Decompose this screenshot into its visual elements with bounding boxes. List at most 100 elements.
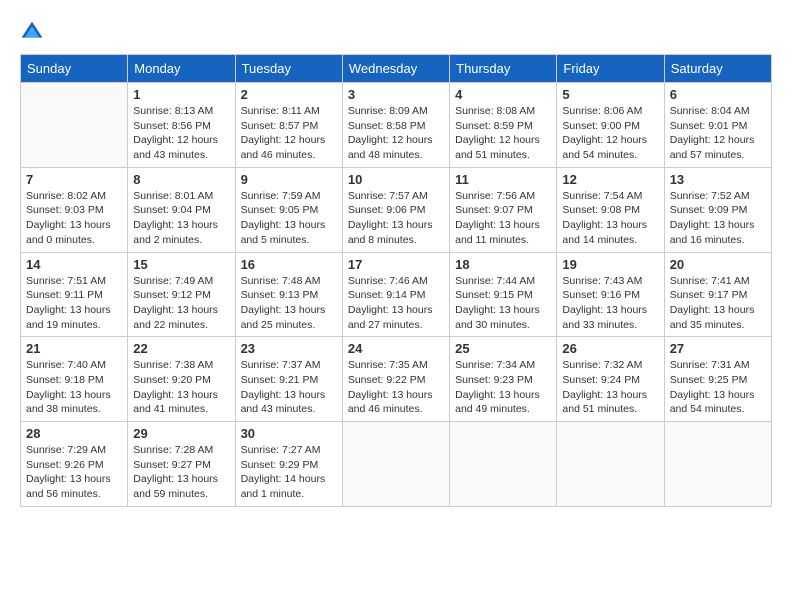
day-number: 10 bbox=[348, 172, 444, 187]
day-number: 16 bbox=[241, 257, 337, 272]
day-number: 4 bbox=[455, 87, 551, 102]
day-number: 27 bbox=[670, 341, 766, 356]
day-number: 1 bbox=[133, 87, 229, 102]
day-info: Sunrise: 7:48 AM Sunset: 9:13 PM Dayligh… bbox=[241, 274, 337, 333]
day-cell: 29 Sunrise: 7:28 AM Sunset: 9:27 PM Dayli… bbox=[128, 422, 235, 507]
day-cell: 19 Sunrise: 7:43 AM Sunset: 9:16 PM Dayli… bbox=[557, 252, 664, 337]
day-cell: 24 Sunrise: 7:35 AM Sunset: 9:22 PM Dayli… bbox=[342, 337, 449, 422]
day-info: Sunrise: 7:59 AM Sunset: 9:05 PM Dayligh… bbox=[241, 189, 337, 248]
day-number: 5 bbox=[562, 87, 658, 102]
day-cell: 30 Sunrise: 7:27 AM Sunset: 9:29 PM Dayli… bbox=[235, 422, 342, 507]
week-row-4: 21 Sunrise: 7:40 AM Sunset: 9:18 PM Dayli… bbox=[21, 337, 772, 422]
day-info: Sunrise: 8:13 AM Sunset: 8:56 PM Dayligh… bbox=[133, 104, 229, 163]
weekday-header-thursday: Thursday bbox=[450, 55, 557, 83]
day-info: Sunrise: 7:49 AM Sunset: 9:12 PM Dayligh… bbox=[133, 274, 229, 333]
day-cell: 28 Sunrise: 7:29 AM Sunset: 9:26 PM Dayli… bbox=[21, 422, 128, 507]
day-cell: 18 Sunrise: 7:44 AM Sunset: 9:15 PM Dayli… bbox=[450, 252, 557, 337]
day-info: Sunrise: 7:41 AM Sunset: 9:17 PM Dayligh… bbox=[670, 274, 766, 333]
weekday-header-monday: Monday bbox=[128, 55, 235, 83]
day-cell: 14 Sunrise: 7:51 AM Sunset: 9:11 PM Dayli… bbox=[21, 252, 128, 337]
day-cell: 5 Sunrise: 8:06 AM Sunset: 9:00 PM Daylig… bbox=[557, 83, 664, 168]
day-cell: 22 Sunrise: 7:38 AM Sunset: 9:20 PM Dayli… bbox=[128, 337, 235, 422]
day-cell: 26Sunrise: 7:32 AM Sunset: 9:24 PM Dayli… bbox=[557, 337, 664, 422]
day-info: Sunrise: 7:38 AM Sunset: 9:20 PM Dayligh… bbox=[133, 358, 229, 417]
day-number: 9 bbox=[241, 172, 337, 187]
day-info: Sunrise: 7:37 AM Sunset: 9:21 PM Dayligh… bbox=[241, 358, 337, 417]
day-number: 13 bbox=[670, 172, 766, 187]
day-info: Sunrise: 8:09 AM Sunset: 8:58 PM Dayligh… bbox=[348, 104, 444, 163]
day-info: Sunrise: 8:06 AM Sunset: 9:00 PM Dayligh… bbox=[562, 104, 658, 163]
day-info: Sunrise: 7:57 AM Sunset: 9:06 PM Dayligh… bbox=[348, 189, 444, 248]
day-info: Sunrise: 8:04 AM Sunset: 9:01 PM Dayligh… bbox=[670, 104, 766, 163]
day-cell: 20 Sunrise: 7:41 AM Sunset: 9:17 PM Dayli… bbox=[664, 252, 771, 337]
weekday-header-sunday: Sunday bbox=[21, 55, 128, 83]
day-number: 18 bbox=[455, 257, 551, 272]
day-cell: 17Sunrise: 7:46 AM Sunset: 9:14 PM Dayli… bbox=[342, 252, 449, 337]
day-number: 15 bbox=[133, 257, 229, 272]
day-info: Sunrise: 7:27 AM Sunset: 9:29 PM Dayligh… bbox=[241, 443, 337, 502]
day-info: Sunrise: 7:52 AM Sunset: 9:09 PM Dayligh… bbox=[670, 189, 766, 248]
day-info: Sunrise: 7:31 AM Sunset: 9:25 PM Dayligh… bbox=[670, 358, 766, 417]
day-info: Sunrise: 7:46 AM Sunset: 9:14 PM Dayligh… bbox=[348, 274, 444, 333]
day-cell: 23Sunrise: 7:37 AM Sunset: 9:21 PM Dayli… bbox=[235, 337, 342, 422]
day-number: 21 bbox=[26, 341, 122, 356]
logo-icon bbox=[20, 20, 44, 44]
day-cell: 8 Sunrise: 8:01 AM Sunset: 9:04 PM Daylig… bbox=[128, 167, 235, 252]
day-cell: 1 Sunrise: 8:13 AM Sunset: 8:56 PM Daylig… bbox=[128, 83, 235, 168]
day-info: Sunrise: 7:56 AM Sunset: 9:07 PM Dayligh… bbox=[455, 189, 551, 248]
day-cell: 6 Sunrise: 8:04 AM Sunset: 9:01 PM Daylig… bbox=[664, 83, 771, 168]
week-row-5: 28 Sunrise: 7:29 AM Sunset: 9:26 PM Dayli… bbox=[21, 422, 772, 507]
weekday-header-friday: Friday bbox=[557, 55, 664, 83]
day-cell: 9 Sunrise: 7:59 AM Sunset: 9:05 PM Daylig… bbox=[235, 167, 342, 252]
day-number: 29 bbox=[133, 426, 229, 441]
day-number: 30 bbox=[241, 426, 337, 441]
day-cell: 4 Sunrise: 8:08 AM Sunset: 8:59 PM Daylig… bbox=[450, 83, 557, 168]
day-cell: 7Sunrise: 8:02 AM Sunset: 9:03 PM Daylig… bbox=[21, 167, 128, 252]
day-info: Sunrise: 8:01 AM Sunset: 9:04 PM Dayligh… bbox=[133, 189, 229, 248]
day-info: Sunrise: 7:29 AM Sunset: 9:26 PM Dayligh… bbox=[26, 443, 122, 502]
header bbox=[20, 20, 772, 44]
week-row-2: 7Sunrise: 8:02 AM Sunset: 9:03 PM Daylig… bbox=[21, 167, 772, 252]
calendar-table: SundayMondayTuesdayWednesdayThursdayFrid… bbox=[20, 54, 772, 507]
day-number: 22 bbox=[133, 341, 229, 356]
day-info: Sunrise: 7:43 AM Sunset: 9:16 PM Dayligh… bbox=[562, 274, 658, 333]
day-info: Sunrise: 7:51 AM Sunset: 9:11 PM Dayligh… bbox=[26, 274, 122, 333]
day-cell: 21 Sunrise: 7:40 AM Sunset: 9:18 PM Dayli… bbox=[21, 337, 128, 422]
day-cell bbox=[342, 422, 449, 507]
day-info: Sunrise: 7:35 AM Sunset: 9:22 PM Dayligh… bbox=[348, 358, 444, 417]
day-info: Sunrise: 7:34 AM Sunset: 9:23 PM Dayligh… bbox=[455, 358, 551, 417]
day-info: Sunrise: 8:11 AM Sunset: 8:57 PM Dayligh… bbox=[241, 104, 337, 163]
day-number: 20 bbox=[670, 257, 766, 272]
day-info: Sunrise: 8:08 AM Sunset: 8:59 PM Dayligh… bbox=[455, 104, 551, 163]
day-number: 14 bbox=[26, 257, 122, 272]
day-cell: 11Sunrise: 7:56 AM Sunset: 9:07 PM Dayli… bbox=[450, 167, 557, 252]
day-number: 2 bbox=[241, 87, 337, 102]
day-info: Sunrise: 7:32 AM Sunset: 9:24 PM Dayligh… bbox=[562, 358, 658, 417]
week-row-3: 14 Sunrise: 7:51 AM Sunset: 9:11 PM Dayli… bbox=[21, 252, 772, 337]
day-info: Sunrise: 7:44 AM Sunset: 9:15 PM Dayligh… bbox=[455, 274, 551, 333]
weekday-header-wednesday: Wednesday bbox=[342, 55, 449, 83]
day-number: 3 bbox=[348, 87, 444, 102]
day-number: 8 bbox=[133, 172, 229, 187]
day-cell: 3 Sunrise: 8:09 AM Sunset: 8:58 PM Daylig… bbox=[342, 83, 449, 168]
day-cell: 2 Sunrise: 8:11 AM Sunset: 8:57 PM Daylig… bbox=[235, 83, 342, 168]
day-number: 24 bbox=[348, 341, 444, 356]
day-cell bbox=[450, 422, 557, 507]
day-number: 19 bbox=[562, 257, 658, 272]
day-cell: 15 Sunrise: 7:49 AM Sunset: 9:12 PM Dayli… bbox=[128, 252, 235, 337]
day-cell bbox=[664, 422, 771, 507]
day-cell: 10 Sunrise: 7:57 AM Sunset: 9:06 PM Dayli… bbox=[342, 167, 449, 252]
day-info: Sunrise: 7:40 AM Sunset: 9:18 PM Dayligh… bbox=[26, 358, 122, 417]
day-cell: 13 Sunrise: 7:52 AM Sunset: 9:09 PM Dayli… bbox=[664, 167, 771, 252]
day-number: 28 bbox=[26, 426, 122, 441]
day-info: Sunrise: 8:02 AM Sunset: 9:03 PM Dayligh… bbox=[26, 189, 122, 248]
day-info: Sunrise: 7:54 AM Sunset: 9:08 PM Dayligh… bbox=[562, 189, 658, 248]
weekday-header-tuesday: Tuesday bbox=[235, 55, 342, 83]
day-info: Sunrise: 7:28 AM Sunset: 9:27 PM Dayligh… bbox=[133, 443, 229, 502]
day-number: 6 bbox=[670, 87, 766, 102]
weekday-header-saturday: Saturday bbox=[664, 55, 771, 83]
day-number: 25 bbox=[455, 341, 551, 356]
week-row-1: 1 Sunrise: 8:13 AM Sunset: 8:56 PM Daylig… bbox=[21, 83, 772, 168]
day-cell bbox=[21, 83, 128, 168]
weekday-header-row: SundayMondayTuesdayWednesdayThursdayFrid… bbox=[21, 55, 772, 83]
